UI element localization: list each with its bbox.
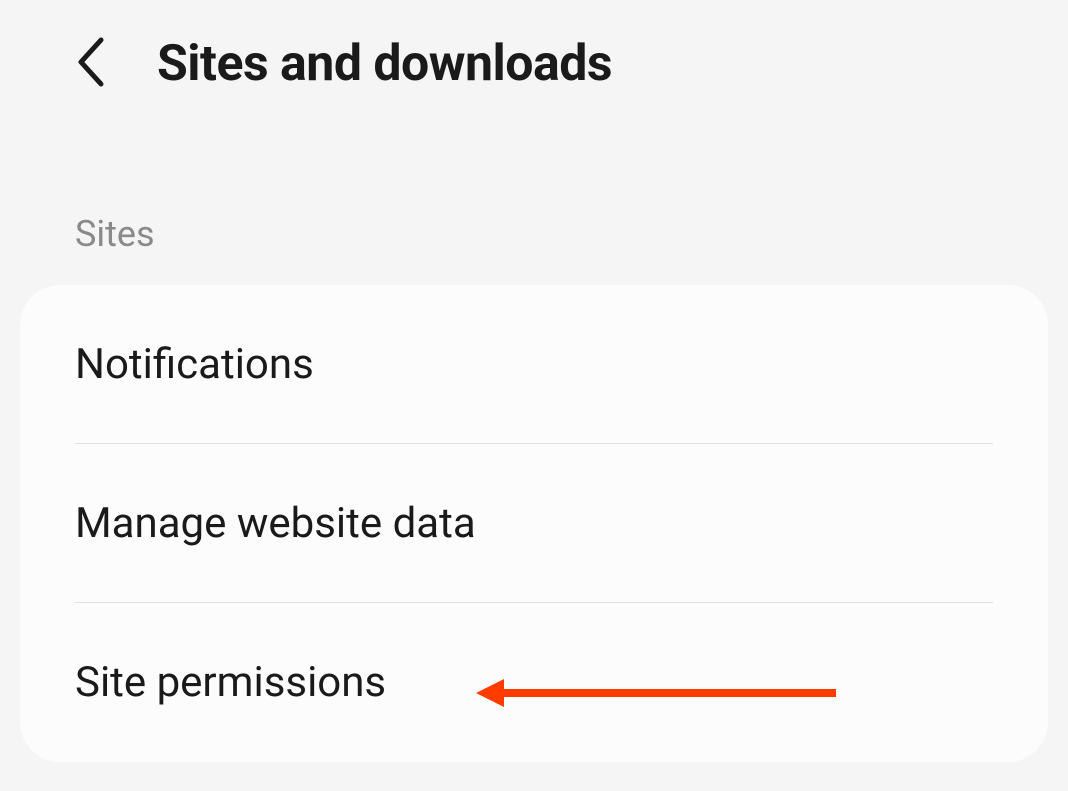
list-item-label: Manage website data xyxy=(75,499,476,548)
list-item-notifications[interactable]: Notifications xyxy=(20,285,1048,444)
section-header-sites: Sites xyxy=(0,123,1068,285)
list-item-manage-website-data[interactable]: Manage website data xyxy=(20,444,1048,603)
list-item-label: Site permissions xyxy=(75,658,386,707)
list-item-label: Notifications xyxy=(75,340,314,389)
settings-card: Notifications Manage website data Site p… xyxy=(20,285,1048,762)
list-item-site-permissions[interactable]: Site permissions xyxy=(20,603,1048,762)
page-title: Sites and downloads xyxy=(157,35,612,93)
header: Sites and downloads xyxy=(0,0,1068,123)
back-button[interactable] xyxy=(75,36,107,92)
chevron-left-icon xyxy=(75,36,107,92)
